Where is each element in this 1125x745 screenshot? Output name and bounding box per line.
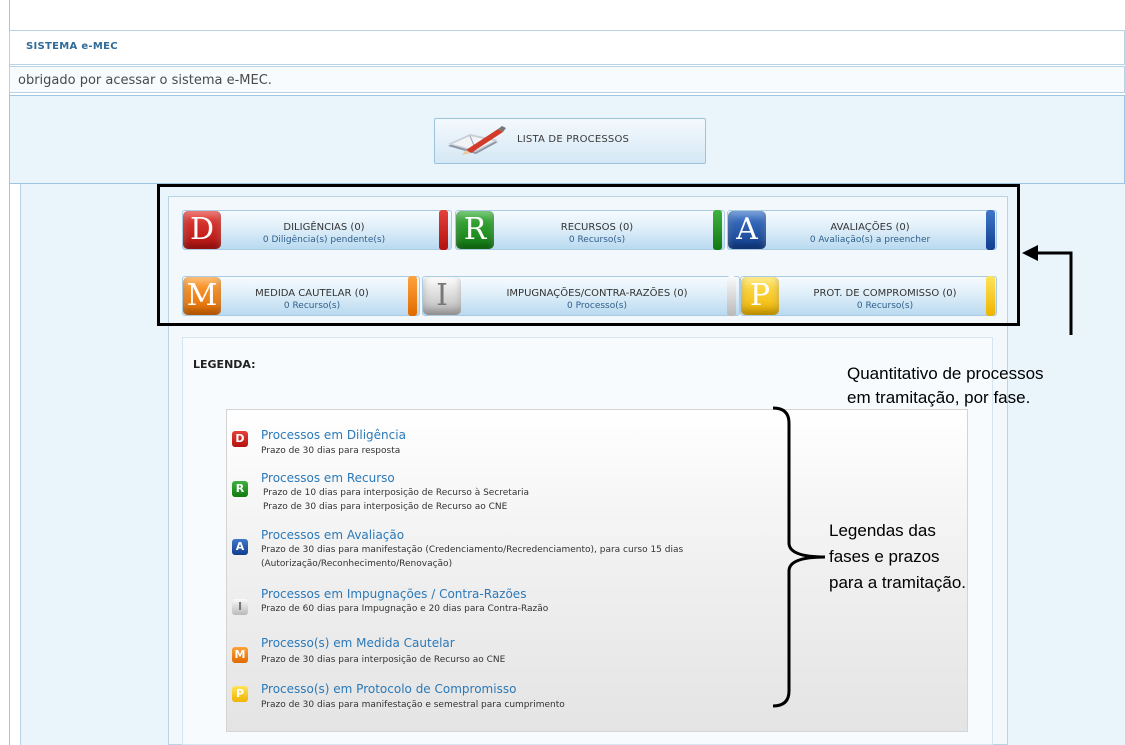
- legend-title: LEGENDA:: [193, 358, 256, 371]
- legend-item-desc: (Autorização/Reconhecimento/Renovação): [261, 559, 453, 569]
- legend-item-title: Processo(s) em Medida Cautelar: [261, 636, 455, 650]
- protocolo-legend-icon: P: [232, 686, 248, 702]
- legend-item-title: Processos em Impugnações / Contra-Razões: [261, 587, 527, 601]
- highlight-box: [157, 184, 1020, 326]
- annotation-legendas-line2: fases e prazos: [829, 547, 940, 566]
- legend-item-title: Processos em Diligência: [261, 428, 406, 442]
- book-pen-icon: [448, 126, 506, 155]
- legend-item-desc: Prazo de 60 dias para Impugnação e 20 di…: [261, 604, 549, 614]
- system-title: SISTEMA e-MEC: [26, 41, 118, 52]
- recurso-legend-icon: R: [232, 481, 248, 497]
- bracket-annotation-icon: [772, 406, 826, 708]
- annotation-quantitativo-line1: Quantitativo de processos: [847, 364, 1044, 383]
- legend-item-title: Processo(s) em Protocolo de Compromisso: [261, 682, 517, 696]
- annotation-quantitativo-line2: em tramitação, por fase.: [847, 388, 1031, 407]
- impugnacao-legend-icon: I: [232, 599, 248, 615]
- legend-item-desc: Prazo de 30 dias para manifestação (Cred…: [261, 545, 684, 555]
- lista-de-processos-label: LISTA DE PROCESSOS: [517, 134, 630, 145]
- annotation-legendas-line3: para a tramitação.: [829, 573, 967, 592]
- arrow-annotation-icon: [1022, 245, 1073, 335]
- legend-item-desc: Prazo de 30 dias para manifestação e sem…: [261, 700, 565, 710]
- legend-item-desc: Prazo de 10 dias para interposição de Re…: [263, 488, 530, 498]
- medida-cautelar-legend-icon: M: [232, 647, 248, 663]
- avaliacao-legend-icon: A: [232, 539, 248, 555]
- diligencia-legend-icon: D: [232, 431, 248, 447]
- legend-item-desc: Prazo de 30 dias para resposta: [261, 446, 401, 456]
- legend-item-title: Processos em Recurso: [261, 471, 395, 485]
- legend-item-desc: Prazo de 30 dias para interposição de Re…: [261, 655, 506, 665]
- welcome-notice: obrigado por acessar o sistema e-MEC.: [18, 73, 272, 88]
- legend-item-title: Processos em Avaliação: [261, 528, 405, 542]
- header-bar: [9, 30, 1125, 65]
- annotation-legendas-line1: Legendas das: [829, 521, 936, 540]
- legend-item-desc: Prazo de 30 dias para interposição de Re…: [263, 502, 508, 512]
